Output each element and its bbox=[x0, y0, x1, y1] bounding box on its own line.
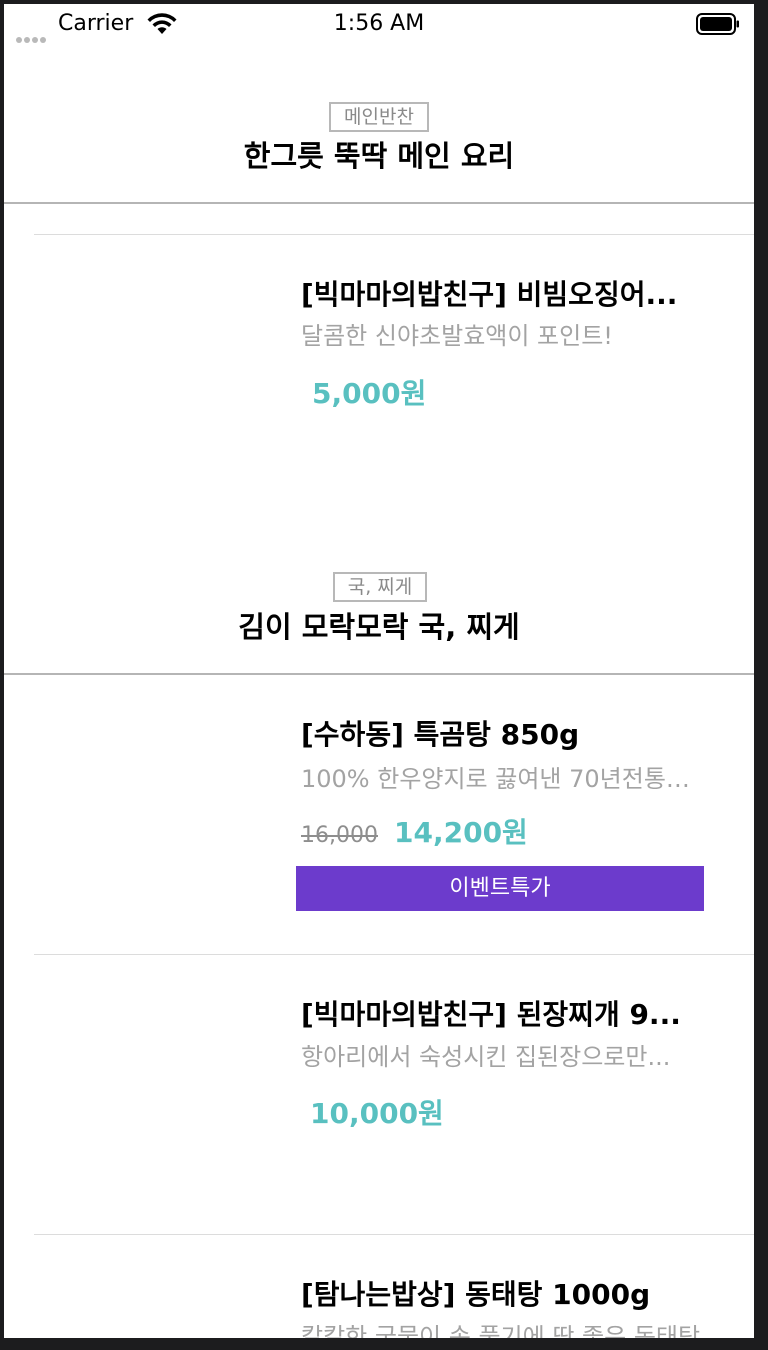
section-tag: 메인반찬 bbox=[329, 102, 429, 132]
product-price: 14,200원 bbox=[394, 816, 528, 849]
section-title: 한그릇 뚝딱 메인 요리 bbox=[243, 139, 515, 173]
product-description: 항아리에서 숙성시킨 집된장으로만... bbox=[301, 1043, 671, 1071]
section-tag: 국, 찌게 bbox=[333, 572, 427, 602]
event-badge: 이벤트특가 bbox=[296, 866, 704, 911]
status-time: 1:56 AM bbox=[333, 11, 425, 36]
section-title: 김이 모락모락 국, 찌게 bbox=[238, 610, 520, 644]
product-description: 달콤한 신야초발효액이 포인트! bbox=[301, 322, 613, 350]
original-price: 16,000 bbox=[301, 823, 378, 848]
status-bar: Carrier 1:56 AM bbox=[4, 4, 754, 44]
product-description: 칼칼한 국물이 속 풀기에 딱 좋은 동태탕 bbox=[301, 1323, 701, 1338]
product-title: [빅마마의밥친구] 된장찌개 9... bbox=[301, 998, 681, 1031]
app-screen: Carrier 1:56 AM 메인반찬 한그릇 뚝딱 메인 요리 [빅마마의밥… bbox=[4, 4, 754, 1338]
product-price: 5,000원 bbox=[312, 377, 427, 410]
product-title: [빅마마의밥친구] 비빔오징어... bbox=[301, 278, 678, 311]
product-cell[interactable]: [빅마마의밥친구] 된장찌개 9... 항아리에서 숙성시킨 집된장으로만...… bbox=[4, 955, 754, 1235]
product-title: [수하동] 특곰탕 850g bbox=[301, 718, 580, 751]
product-description: 100% 한우양지로 끓여낸 70년전통… bbox=[301, 765, 690, 793]
product-title: [탐나는밥상] 동태탕 1000g bbox=[301, 1278, 651, 1311]
product-cell[interactable]: [빅마마의밥친구] 비빔오징어... 달콤한 신야초발효액이 포인트! 5,00… bbox=[4, 235, 754, 555]
product-price: 10,000원 bbox=[310, 1097, 444, 1130]
product-cell[interactable]: [수하동] 특곰탕 850g 100% 한우양지로 끓여낸 70년전통… 16,… bbox=[4, 675, 754, 955]
product-cell[interactable]: [탐나는밥상] 동태탕 1000g 칼칼한 국물이 속 풀기에 딱 좋은 동태탕 bbox=[4, 1235, 754, 1338]
section-divider bbox=[4, 202, 754, 204]
battery-icon bbox=[696, 13, 739, 35]
